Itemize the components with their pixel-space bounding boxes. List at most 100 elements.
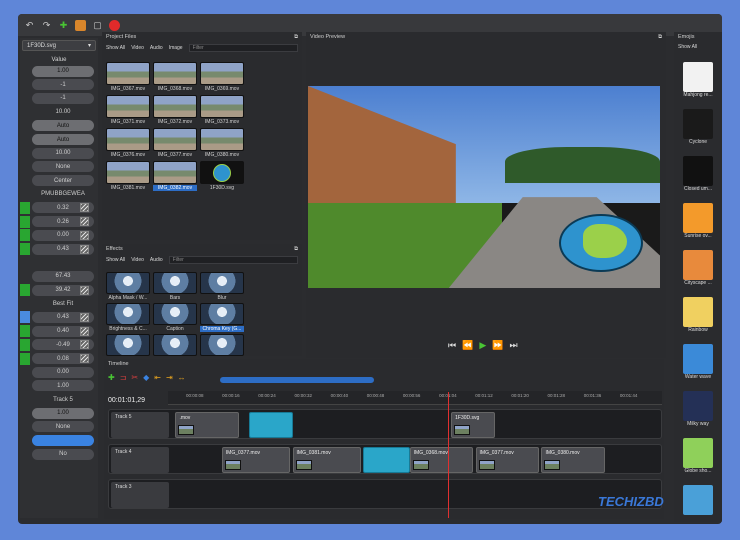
emoji-item[interactable]: Sunrise ov...	[678, 203, 718, 250]
time-ruler[interactable]: 00:00:08 00:00:16 00:00:24 00:00:32 00:00:40…	[168, 391, 662, 405]
filter-video[interactable]: Video	[131, 257, 144, 263]
property-value[interactable]: Auto	[32, 134, 94, 146]
effect-item[interactable]: Caption	[153, 303, 197, 332]
razor-icon[interactable]: ✂	[131, 373, 138, 382]
timeline-clip[interactable]: IMG_0368.mov	[409, 447, 474, 473]
file-thumbnail[interactable]: IMG_0369.mov	[200, 62, 244, 92]
zoom-slider[interactable]	[220, 377, 374, 383]
filter-audio[interactable]: Audio	[150, 257, 163, 263]
next-marker-icon[interactable]: ⇥	[166, 373, 173, 382]
filter-image[interactable]: Image	[169, 45, 183, 51]
panel-dock-icon[interactable]: ⧉	[294, 246, 298, 252]
property-value[interactable]: None	[32, 421, 94, 433]
snap-icon[interactable]: ⊐	[120, 373, 127, 382]
jump-start-icon[interactable]: ⏮	[448, 340, 456, 351]
timeline-clip[interactable]: .mov	[175, 412, 239, 438]
emoji-item[interactable]: Closed um...	[678, 156, 718, 203]
filter-show-all[interactable]: Show All	[106, 257, 125, 263]
center-playhead-icon[interactable]: ↔	[178, 373, 186, 382]
track-header[interactable]: Track 5	[111, 412, 169, 438]
keyframe-toggle-icon[interactable]	[80, 326, 89, 336]
file-thumbnail[interactable]: IMG_0372.mov	[153, 95, 197, 125]
timeline-clip[interactable]: IMG_0380.mov	[541, 447, 605, 473]
effect-item[interactable]: Brightness & C...	[106, 303, 150, 332]
property-value[interactable]: 1.00	[32, 65, 94, 77]
file-thumbnail[interactable]: IMG_0376.mov	[106, 128, 150, 158]
property-value[interactable]: No	[32, 448, 94, 460]
fast-forward-icon[interactable]: ⏩	[492, 340, 503, 351]
globe-overlay[interactable]	[559, 214, 643, 272]
effect-item[interactable]	[200, 334, 244, 357]
keyframe-toggle-icon[interactable]	[80, 230, 89, 240]
file-thumbnail[interactable]: IMG_0377.mov	[153, 128, 197, 158]
keyframe-toggle-icon[interactable]	[80, 217, 89, 227]
effect-item[interactable]	[153, 334, 197, 357]
property-value[interactable]: Center	[32, 175, 94, 187]
property-value[interactable]: None	[32, 161, 94, 173]
property-value[interactable]: 10.00	[32, 109, 94, 115]
property-value[interactable]: 1.00	[32, 407, 94, 419]
previous-marker-icon[interactable]: ⇤	[154, 373, 161, 382]
file-thumbnail[interactable]: 1F30D.svg	[200, 161, 244, 191]
property-value[interactable]: 0.00	[32, 366, 94, 378]
property-value[interactable]	[32, 435, 94, 447]
file-thumbnail[interactable]: IMG_0380.mov	[200, 128, 244, 158]
property-value[interactable]: Auto	[32, 120, 94, 132]
file-thumbnail[interactable]: IMG_0381.mov	[106, 161, 150, 191]
add-icon[interactable]: ✚	[58, 20, 69, 31]
record-icon[interactable]	[109, 19, 120, 31]
emoji-item[interactable]: Cyclone	[678, 109, 718, 156]
add-track-icon[interactable]: ✚	[108, 373, 115, 382]
property-value[interactable]: 10.00	[32, 147, 94, 159]
property-value[interactable]: 1.00	[32, 380, 94, 392]
video-frame[interactable]	[308, 86, 660, 288]
keyframe-toggle-icon[interactable]	[80, 340, 89, 350]
files-filter-input[interactable]: Filter	[188, 44, 298, 52]
effect-item[interactable]: Blur	[200, 272, 244, 301]
undo-icon[interactable]: ↶	[24, 20, 35, 31]
marker-icon[interactable]: ◆	[143, 373, 149, 382]
file-thumbnail[interactable]: IMG_0373.mov	[200, 95, 244, 125]
emoji-item[interactable]: Globe sho...	[678, 438, 718, 485]
keyframe-toggle-icon[interactable]	[80, 285, 89, 295]
track-header[interactable]: Track 3	[111, 482, 169, 508]
file-thumbnail[interactable]: IMG_0371.mov	[106, 95, 150, 125]
emoji-filter-select[interactable]: Show All	[678, 44, 697, 50]
play-icon[interactable]: ▶	[479, 340, 486, 351]
panel-dock-icon[interactable]: ⧉	[658, 34, 662, 40]
panel-dock-icon[interactable]: ⧉	[294, 34, 298, 40]
timeline-clip[interactable]: IMG_0377.mov	[221, 447, 291, 473]
track-header[interactable]: Track 4	[111, 447, 169, 473]
filter-audio[interactable]: Audio	[150, 45, 163, 51]
timeline-clip[interactable]: IMG_0377.mov	[475, 447, 539, 473]
export-icon[interactable]	[75, 19, 86, 31]
property-value[interactable]: PMUBBGEWEA	[32, 191, 94, 197]
property-value[interactable]: Best Fit	[32, 301, 94, 307]
emoji-item[interactable]: Milky way	[678, 391, 718, 438]
file-thumbnail[interactable]: IMG_0382.mov	[153, 161, 197, 191]
emoji-item[interactable]: Cityscape ...	[678, 250, 718, 297]
timeline-clip[interactable]: IMG_0381.mov	[292, 447, 361, 473]
effect-item[interactable]: Chroma Key (G...	[200, 303, 244, 332]
effect-item[interactable]	[106, 334, 150, 357]
property-value[interactable]: Track 5	[32, 397, 94, 403]
rewind-icon[interactable]: ⏪	[462, 340, 473, 351]
property-value[interactable]: -1	[32, 79, 94, 91]
file-thumbnail[interactable]: IMG_0367.mov	[106, 62, 150, 92]
property-value[interactable]: -1	[32, 92, 94, 104]
transition[interactable]	[248, 412, 293, 438]
property-value[interactable]: 67.43	[32, 270, 94, 282]
keyframe-toggle-icon[interactable]	[80, 354, 89, 364]
filter-video[interactable]: Video	[131, 45, 144, 51]
timeline-clip[interactable]: 1F30D.svg	[451, 412, 496, 438]
playhead[interactable]	[448, 392, 449, 518]
keyframe-toggle-icon[interactable]	[80, 312, 89, 322]
fullscreen-icon[interactable]: ▢	[92, 20, 103, 31]
effect-item[interactable]: Bars	[153, 272, 197, 301]
emoji-item[interactable]: Water wave	[678, 344, 718, 391]
file-thumbnail[interactable]: IMG_0368.mov	[153, 62, 197, 92]
effect-item[interactable]: Alpha Mask / W...	[106, 272, 150, 301]
transition[interactable]	[363, 447, 410, 473]
jump-end-icon[interactable]: ⏭	[509, 340, 517, 351]
keyframe-toggle-icon[interactable]	[80, 244, 89, 254]
